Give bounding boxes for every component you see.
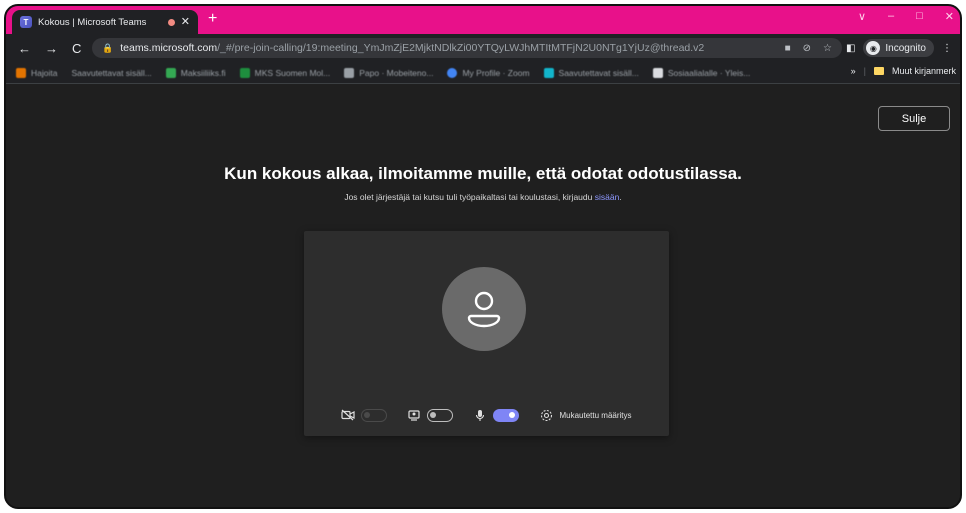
address-bar[interactable]: 🔒 teams.microsoft.com/_#/pre-join-callin… (92, 38, 842, 58)
bookmark-favicon-icon (447, 67, 458, 78)
maximize-icon[interactable]: □ (916, 10, 923, 23)
bookmark-item[interactable]: Maksiiliiks.fi (165, 67, 226, 78)
camera-toggle[interactable] (361, 408, 388, 422)
background-effects-icon (407, 408, 421, 422)
tab-teams-meeting[interactable]: T Kokous | Microsoft Teams ✕ (12, 10, 198, 34)
background-effects-control (407, 408, 454, 422)
teams-prejoin-page: Sulje Kun kokous alkaa, ilmoitamme muill… (6, 84, 960, 507)
incognito-profile-button[interactable]: ◉ Incognito (863, 39, 934, 57)
new-tab-button[interactable]: + (208, 11, 217, 27)
bookmarks-divider: | (863, 66, 866, 76)
bookmark-item[interactable]: Sosiaalialalle · Yleis... (652, 67, 750, 78)
custom-setup-control[interactable]: Mukautettu määritys (539, 408, 632, 422)
window-controls: ∨ – □ ✕ (858, 10, 954, 23)
background-effects-toggle[interactable] (427, 408, 454, 422)
bookmarks-overflow-icon[interactable]: » (851, 66, 856, 76)
omnibox-icons: ■ ⊘ ☆ (785, 43, 832, 54)
toolbar-right: ◧ ◉ Incognito ⋮ (846, 39, 952, 57)
other-bookmarks-folder[interactable]: Muut kirjanmerk (892, 66, 956, 76)
sign-in-hint: Jos olet järjestäjä tai kutsu tuli työpa… (344, 192, 622, 202)
bookmark-item[interactable]: Hajoita (16, 67, 57, 78)
microphone-toggle[interactable] (493, 408, 520, 422)
tracking-protection-icon[interactable]: ⊘ (803, 43, 811, 54)
microphone-icon (473, 408, 487, 422)
sign-in-link[interactable]: sisään (595, 192, 620, 202)
camera-in-use-icon[interactable]: ■ (785, 43, 791, 54)
forward-arrow-icon[interactable]: → (45, 41, 58, 56)
tab-title: Kokous | Microsoft Teams (38, 16, 147, 28)
browser-window: T Kokous | Microsoft Teams ✕ + ∨ – □ ✕ ←… (4, 4, 962, 509)
url-path: /_#/pre-join-calling/19:meeting_YmJmZjE2… (217, 42, 705, 54)
person-icon (467, 291, 501, 328)
bookmarks-right: » | Muut kirjanmerk (851, 66, 956, 76)
navigation-buttons: ← → C (6, 41, 81, 56)
incognito-icon: ◉ (866, 41, 881, 55)
bookmark-favicon-icon (165, 67, 176, 78)
tab-close-icon[interactable]: ✕ (181, 16, 190, 28)
back-arrow-icon[interactable]: ← (18, 41, 31, 56)
bookmark-item[interactable]: Saavutettavat sisäll... (543, 67, 639, 78)
camera-off-icon (341, 408, 356, 422)
teams-favicon-icon: T (20, 16, 32, 28)
close-button[interactable]: Sulje (878, 106, 950, 131)
page-title: Kun kokous alkaa, ilmoitamme muille, ett… (224, 164, 742, 183)
bookmark-item[interactable]: MKS Suomen Mol... (239, 67, 330, 78)
recording-indicator-icon (167, 18, 175, 26)
microphone-control (473, 408, 520, 422)
lock-icon[interactable]: 🔒 (102, 43, 113, 54)
side-panel-icon[interactable]: ◧ (846, 43, 855, 54)
bookmark-favicon-icon (543, 67, 554, 78)
close-window-icon[interactable]: ✕ (945, 10, 954, 23)
bookmark-item[interactable]: Saavutettavat sisäll... (71, 68, 151, 78)
gear-icon (539, 408, 553, 422)
menu-kebab-icon[interactable]: ⋮ (942, 43, 952, 54)
url-text[interactable]: teams.microsoft.com/_#/pre-join-calling/… (120, 42, 777, 54)
bookmark-item[interactable]: Papo · Mobeiteno... (344, 67, 433, 78)
tab-strip: T Kokous | Microsoft Teams ✕ + ∨ – □ ✕ (6, 6, 960, 34)
url-host: teams.microsoft.com (120, 42, 218, 54)
reload-icon[interactable]: C (72, 41, 81, 56)
device-controls: Mukautettu määritys (304, 403, 669, 427)
bookmarks-bar: Hajoita Saavutettavat sisäll... Maksiili… (6, 62, 960, 84)
bookmark-item[interactable]: My Profile · Zoom (447, 67, 530, 78)
bookmark-favicon-icon (16, 67, 26, 78)
avatar (442, 267, 526, 351)
bookmark-star-icon[interactable]: ☆ (823, 43, 832, 54)
bookmark-favicon-icon (239, 67, 250, 78)
camera-control (341, 408, 388, 422)
tab-search-icon[interactable]: ∨ (858, 10, 866, 23)
custom-setup-label: Mukautettu määritys (559, 410, 632, 420)
incognito-label: Incognito (885, 42, 926, 54)
bookmark-favicon-icon (652, 67, 663, 78)
browser-toolbar: ← → C 🔒 teams.microsoft.com/_#/pre-join-… (6, 34, 960, 62)
video-preview-panel: Mukautettu määritys (304, 231, 669, 436)
minimize-icon[interactable]: – (888, 10, 894, 23)
bookmark-favicon-icon (344, 67, 355, 78)
folder-icon (873, 67, 884, 75)
